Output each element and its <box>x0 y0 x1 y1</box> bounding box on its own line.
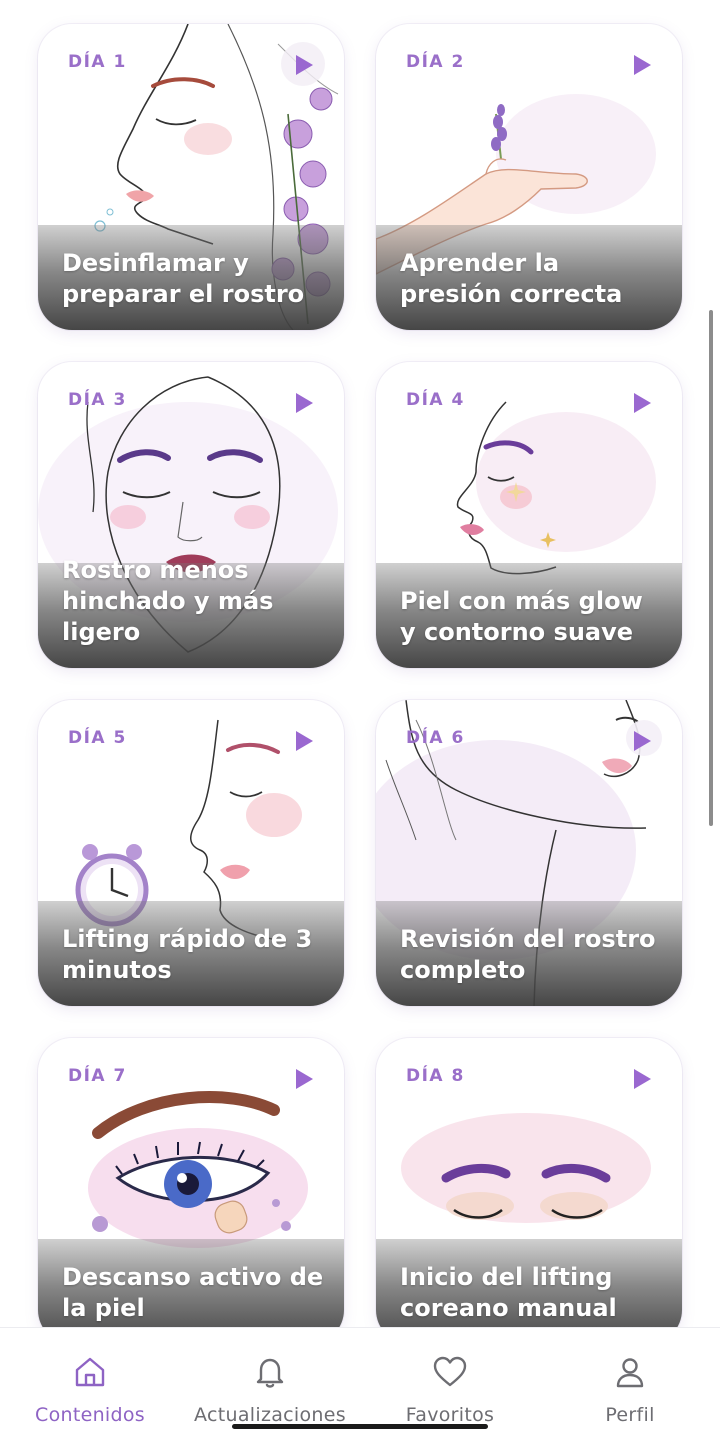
card-title: Descanso activo de la piel <box>62 1263 324 1322</box>
tab-favoritos[interactable]: Favoritos <box>360 1328 540 1429</box>
day-card-5[interactable]: DÍA 5 Lifting rápido de 3 minutos <box>38 700 344 1006</box>
play-icon[interactable] <box>294 1068 314 1090</box>
play-icon[interactable] <box>632 730 652 752</box>
tab-label: Perfil <box>605 1404 655 1426</box>
tab-label: Favoritos <box>405 1404 495 1426</box>
day-label: DÍA 3 <box>68 390 127 410</box>
day-card-4[interactable]: DÍA 4 Piel con más glow y contorno suave <box>376 362 682 668</box>
day-card-2[interactable]: DÍA 2 Aprender la presión correcta <box>376 24 682 330</box>
play-icon[interactable] <box>294 392 314 414</box>
tab-perfil[interactable]: Perfil <box>540 1328 720 1429</box>
day-card-7[interactable]: DÍA 7 Descanso activo de la piel <box>38 1038 344 1344</box>
tab-actualizaciones[interactable]: Actualizaciones <box>180 1328 360 1429</box>
day-card-3[interactable]: DÍA 3 Rostro menos hinchado y más ligero <box>38 362 344 668</box>
day-label: DÍA 2 <box>406 52 465 72</box>
play-icon[interactable] <box>294 54 314 76</box>
card-title: Inicio del lifting coreano manual <box>400 1263 617 1322</box>
day-label: DÍA 4 <box>406 390 465 410</box>
tab-label: Contenidos <box>35 1404 145 1426</box>
day-label: DÍA 6 <box>406 728 465 748</box>
tab-label: Actualizaciones <box>194 1404 346 1426</box>
home-icon <box>75 1357 105 1387</box>
card-title: Desinflamar y preparar el rostro <box>62 249 305 308</box>
day-card-1[interactable]: DÍA 1 Desinflamar y preparar el rostro <box>38 24 344 330</box>
day-card-6[interactable]: DÍA 6 Revisión del rostro completo <box>376 700 682 1006</box>
card-title: Rostro menos hinchado y más ligero <box>62 556 274 646</box>
card-title: Aprender la presión correcta <box>400 249 623 308</box>
tab-contenidos[interactable]: Contenidos <box>0 1328 180 1429</box>
user-icon <box>616 1358 644 1388</box>
play-icon[interactable] <box>294 730 314 752</box>
heart-icon <box>433 1356 467 1387</box>
play-icon[interactable] <box>632 392 652 414</box>
play-icon[interactable] <box>632 54 652 76</box>
card-title: Piel con más glow y contorno suave <box>400 587 643 646</box>
scrollbar[interactable] <box>709 310 713 826</box>
bell-icon <box>256 1358 284 1388</box>
card-title: Revisión del rostro completo <box>400 925 656 984</box>
home-indicator <box>232 1424 488 1429</box>
bottom-tab-bar: Contenidos Actualizaciones Favoritos Per… <box>0 1327 720 1429</box>
day-label: DÍA 1 <box>68 52 127 72</box>
day-label: DÍA 5 <box>68 728 127 748</box>
card-title: Lifting rápido de 3 minutos <box>62 925 313 984</box>
play-icon[interactable] <box>632 1068 652 1090</box>
day-label: DÍA 8 <box>406 1066 465 1086</box>
day-card-8[interactable]: DÍA 8 Inicio del lifting coreano manual <box>376 1038 682 1344</box>
content-grid: DÍA 1 Desinflamar y preparar el rostro D… <box>38 24 682 1344</box>
day-label: DÍA 7 <box>68 1066 127 1086</box>
